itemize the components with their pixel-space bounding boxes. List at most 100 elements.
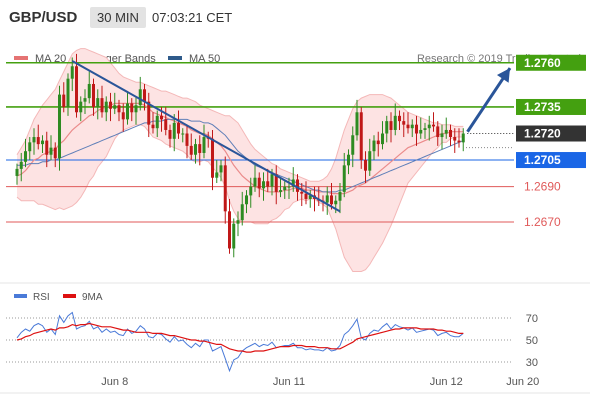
- candle-body: [62, 94, 66, 107]
- date-label-jun-11: Jun 11: [273, 376, 305, 388]
- candle-body: [134, 105, 138, 113]
- candle-body: [359, 112, 363, 161]
- date-label-jun-8: Jun 8: [101, 376, 128, 388]
- candle-body: [266, 181, 270, 187]
- candle-body: [24, 151, 27, 162]
- candle-body: [19, 161, 23, 169]
- candle-body: [194, 144, 197, 155]
- candle-body: [347, 154, 350, 166]
- candle-body: [198, 144, 202, 153]
- candle-body: [49, 147, 53, 155]
- candle-body: [87, 83, 91, 99]
- candle-body: [240, 204, 244, 221]
- candle-body: [279, 190, 282, 192]
- candle-body: [245, 195, 248, 205]
- candle-body: [181, 133, 185, 135]
- level-label-1-2720: 1.2720: [524, 127, 561, 141]
- candle-body: [253, 177, 257, 187]
- candle-body: [283, 186, 287, 191]
- candle-body: [355, 112, 359, 136]
- candle-body: [406, 124, 410, 129]
- candle-body: [304, 193, 308, 199]
- rsi-legend-swatch-0: [14, 294, 27, 298]
- candle-body: [92, 83, 95, 107]
- candle-body: [364, 160, 367, 171]
- candle-body: [262, 181, 265, 189]
- candle-body: [427, 124, 431, 129]
- candle-body: [126, 103, 129, 120]
- candle-body: [249, 186, 253, 196]
- rsi-tick-30: 30: [526, 357, 538, 369]
- candle-body: [202, 137, 206, 153]
- candle-body: [58, 94, 61, 159]
- candle-body: [70, 66, 74, 79]
- candle-body: [53, 147, 57, 159]
- level-label-1-2735: 1.2735: [524, 100, 561, 114]
- candle-body: [121, 112, 125, 120]
- candle-body: [449, 129, 452, 138]
- candle-body: [410, 124, 414, 129]
- candle-body: [143, 89, 146, 102]
- candle-body: [338, 191, 342, 201]
- candle-body: [351, 135, 355, 155]
- candle-body: [45, 140, 49, 155]
- rsi-9ma-line: [16, 322, 464, 353]
- level-label-1-2690: 1.2690: [524, 180, 561, 194]
- date-label-jun-20: Jun 20: [506, 376, 539, 388]
- candle-body: [66, 78, 70, 107]
- candle-body: [232, 223, 236, 249]
- candle-body: [334, 200, 338, 205]
- candle-body: [164, 119, 168, 130]
- candle-body: [172, 122, 176, 139]
- candle-body: [376, 140, 380, 145]
- candle-body: [342, 165, 346, 192]
- candle-body: [189, 145, 193, 155]
- candle-body: [402, 121, 406, 125]
- date-label-jun-12: Jun 12: [430, 376, 463, 388]
- candle-body: [457, 140, 461, 143]
- rsi-legend-label-0: RSI: [33, 292, 50, 303]
- candle-body: [432, 124, 435, 127]
- candle-body: [461, 133, 465, 143]
- candle-body: [236, 220, 240, 224]
- candle-body: [385, 121, 389, 134]
- candle-body: [415, 124, 418, 134]
- candle-body: [113, 105, 117, 109]
- candle-body: [325, 195, 329, 203]
- candle-body: [393, 115, 397, 130]
- candle-body: [423, 128, 427, 130]
- candle-body: [168, 129, 172, 139]
- candle-body: [185, 133, 189, 146]
- forecast-arrow-head: [496, 68, 510, 83]
- level-label-1-2705: 1.2705: [524, 153, 561, 167]
- candle-body: [257, 177, 261, 189]
- candle-body: [151, 124, 155, 129]
- candle-body: [32, 137, 36, 143]
- rsi-legend-label-1: 9MA: [82, 292, 103, 303]
- candle-body: [453, 137, 457, 141]
- candle-body: [398, 115, 401, 122]
- candle-body: [36, 137, 40, 145]
- candle-body: [104, 101, 108, 113]
- rsi-tick-70: 70: [526, 313, 538, 325]
- candle-body: [372, 140, 376, 152]
- legend-swatch-1: [168, 56, 182, 60]
- candle-body: [138, 89, 142, 106]
- candle-body: [228, 211, 231, 249]
- candle-body: [41, 140, 44, 145]
- candle-body: [96, 98, 100, 107]
- candle-body: [15, 168, 19, 176]
- candle-body: [160, 115, 163, 120]
- candle-body: [215, 172, 219, 178]
- candle-body: [177, 122, 180, 134]
- rsi-tick-50: 50: [526, 335, 538, 347]
- candle-body: [381, 133, 384, 145]
- level-label-1-2760: 1.2760: [524, 56, 561, 70]
- candle-body: [79, 101, 83, 113]
- candle-body: [444, 129, 448, 134]
- candle-body: [117, 105, 121, 113]
- candle-body: [28, 142, 32, 152]
- candle-body: [300, 191, 304, 194]
- candle-body: [75, 66, 78, 113]
- candle-body: [109, 101, 112, 109]
